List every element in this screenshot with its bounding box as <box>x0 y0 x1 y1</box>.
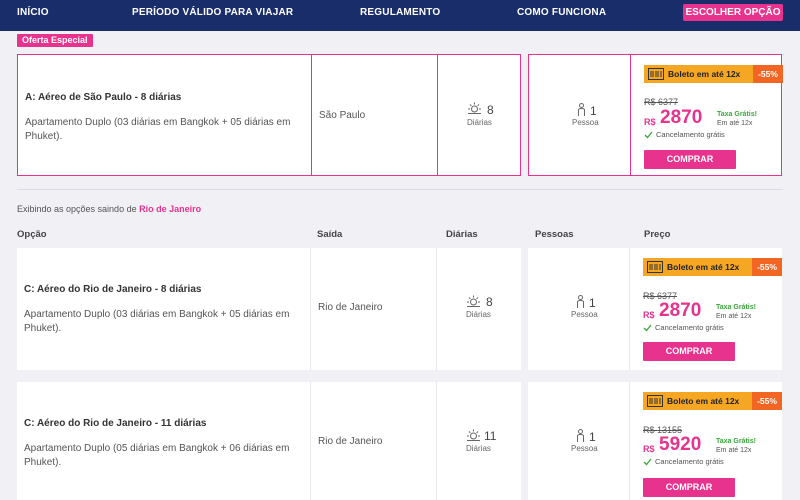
listing-prefix: Exibindo as opções saindo de <box>17 204 137 214</box>
sun-icon <box>467 429 480 441</box>
listing-info: Exibindo as opções saindo de Rio de Jane… <box>17 204 201 214</box>
currency-symbol: R$ <box>643 444 655 454</box>
option-description: Apartamento Duplo (03 diárias em Bangkok… <box>24 309 290 334</box>
price-cell: Boleto em até 12x -55% R$ 6377 R$ 2870 T… <box>631 55 783 175</box>
price-cell: Boleto em até 12x -55% R$ 6377 R$ 2870 T… <box>630 248 782 370</box>
section-divider <box>17 189 783 190</box>
option-price-card: 1 Pessoa Boleto em até 12x -55% R$ 6377 … <box>528 248 782 370</box>
nav-periodo-valido[interactable]: PERÍODO VÁLIDO PARA VIAJAR <box>132 7 293 18</box>
option-title: C: Aéreo do Rio de Janeiro - 11 diárias <box>24 418 207 429</box>
installments-label: Em até 12x <box>717 120 753 127</box>
people-label: Pessoa <box>572 118 599 127</box>
option-card: C: Aéreo do Rio de Janeiro - 8 diárias A… <box>17 248 521 370</box>
boleto-icon <box>647 395 663 407</box>
boleto-icon <box>648 68 664 80</box>
boleto-label: Boleto em até 12x <box>667 396 740 406</box>
sun-icon <box>468 102 481 114</box>
tax-free-label: Taxa Grátis! <box>717 111 757 118</box>
nights-count: 11 <box>484 429 497 443</box>
nights-cell: 8 Diárias <box>437 248 521 370</box>
nights-cell: 11 Diárias <box>437 382 521 500</box>
currency-symbol: R$ <box>644 117 656 127</box>
person-icon <box>577 429 584 442</box>
nights-label: Diárias <box>466 310 491 319</box>
option-description: Apartamento Duplo (05 diárias em Bangkok… <box>24 443 290 468</box>
discount-badge: -55% <box>752 392 782 410</box>
option-cell: A: Aéreo de São Paulo - 8 diárias Aparta… <box>18 55 312 175</box>
discount-badge: -55% <box>753 65 783 83</box>
option-cell: C: Aéreo do Rio de Janeiro - 8 diárias A… <box>17 248 311 370</box>
people-label: Pessoa <box>571 310 598 319</box>
boleto-label: Boleto em até 12x <box>667 262 740 272</box>
option-description: Apartamento Duplo (03 diárias em Bangkok… <box>25 117 291 142</box>
old-price: R$ 6377 <box>644 97 679 107</box>
people-cell: 1 Pessoa <box>529 55 631 175</box>
departure-city: Rio de Janeiro <box>318 302 383 313</box>
option-title: A: Aéreo de São Paulo - 8 diárias <box>25 92 182 103</box>
people-count: 1 <box>589 296 596 310</box>
departure-cell: São Paulo <box>312 55 438 175</box>
nights-count: 8 <box>487 103 494 117</box>
person-icon <box>577 295 584 308</box>
column-header-option: Opção <box>17 229 47 240</box>
buy-button[interactable]: COMPRAR <box>644 150 736 169</box>
special-offer-badge: Oferta Especial <box>17 34 93 47</box>
option-cell: C: Aéreo do Rio de Janeiro - 11 diárias … <box>17 382 311 500</box>
discount-badge: -55% <box>752 258 782 276</box>
person-icon <box>578 103 585 116</box>
people-label: Pessoa <box>571 444 598 453</box>
top-nav: INÍCIO PERÍODO VÁLIDO PARA VIAJAR REGULA… <box>0 0 800 31</box>
boleto-banner: Boleto em até 12x -55% <box>643 392 782 410</box>
sun-icon <box>467 295 480 307</box>
tax-free-label: Taxa Grátis! <box>716 304 756 311</box>
price: 2870 <box>660 107 703 128</box>
nav-como-funciona[interactable]: COMO FUNCIONA <box>517 7 606 18</box>
installments-label: Em até 12x <box>716 447 752 454</box>
option-card: C: Aéreo do Rio de Janeiro - 11 diárias … <box>17 382 521 500</box>
option-title: C: Aéreo do Rio de Janeiro - 8 diárias <box>24 284 202 295</box>
check-icon <box>643 458 652 466</box>
check-icon <box>643 324 652 332</box>
special-offer-price-card: 1 Pessoa Boleto em até 12x -55% R$ 6377 … <box>528 54 783 176</box>
column-header-price: Preço <box>644 229 671 240</box>
nights-cell: 8 Diárias <box>438 55 522 175</box>
price-cell: Boleto em até 12x -55% R$ 13155 R$ 5920 … <box>630 382 782 500</box>
column-header-nights: Diárias <box>446 229 478 240</box>
column-header-people: Pessoas <box>535 229 574 240</box>
people-cell: 1 Pessoa <box>528 248 630 370</box>
listing-city[interactable]: Rio de Janeiro <box>139 204 201 214</box>
choose-option-button[interactable]: ESCOLHER OPÇÃO <box>683 4 783 21</box>
currency-symbol: R$ <box>643 310 655 320</box>
boleto-banner: Boleto em até 12x -55% <box>644 65 783 83</box>
buy-button[interactable]: COMPRAR <box>643 342 735 361</box>
price: 5920 <box>659 434 702 455</box>
free-cancel-label: Cancelamento grátis <box>656 130 725 139</box>
people-count: 1 <box>590 104 597 118</box>
people-count: 1 <box>589 430 596 444</box>
tax-free-label: Taxa Grátis! <box>716 438 756 445</box>
nav-regulamento[interactable]: REGULAMENTO <box>360 7 440 18</box>
free-cancel-label: Cancelamento grátis <box>655 457 724 466</box>
price: 2870 <box>659 300 702 321</box>
installments-label: Em até 12x <box>716 313 752 320</box>
check-icon <box>644 131 653 139</box>
option-price-card: 1 Pessoa Boleto em até 12x -55% R$ 13155… <box>528 382 782 500</box>
column-header-departure: Saída <box>317 229 343 240</box>
free-cancel-label: Cancelamento grátis <box>655 323 724 332</box>
departure-city: Rio de Janeiro <box>318 436 383 447</box>
boleto-icon <box>647 261 663 273</box>
nights-label: Diárias <box>467 118 492 127</box>
departure-city: São Paulo <box>319 110 366 121</box>
departure-cell: Rio de Janeiro <box>311 248 437 370</box>
nights-count: 8 <box>486 295 493 309</box>
special-offer-card: A: Aéreo de São Paulo - 8 diárias Aparta… <box>17 54 521 176</box>
nights-label: Diárias <box>466 444 491 453</box>
departure-cell: Rio de Janeiro <box>311 382 437 500</box>
people-cell: 1 Pessoa <box>528 382 630 500</box>
boleto-label: Boleto em até 12x <box>668 69 741 79</box>
nav-inicio[interactable]: INÍCIO <box>17 7 49 18</box>
boleto-banner: Boleto em até 12x -55% <box>643 258 782 276</box>
buy-button[interactable]: COMPRAR <box>643 478 735 497</box>
